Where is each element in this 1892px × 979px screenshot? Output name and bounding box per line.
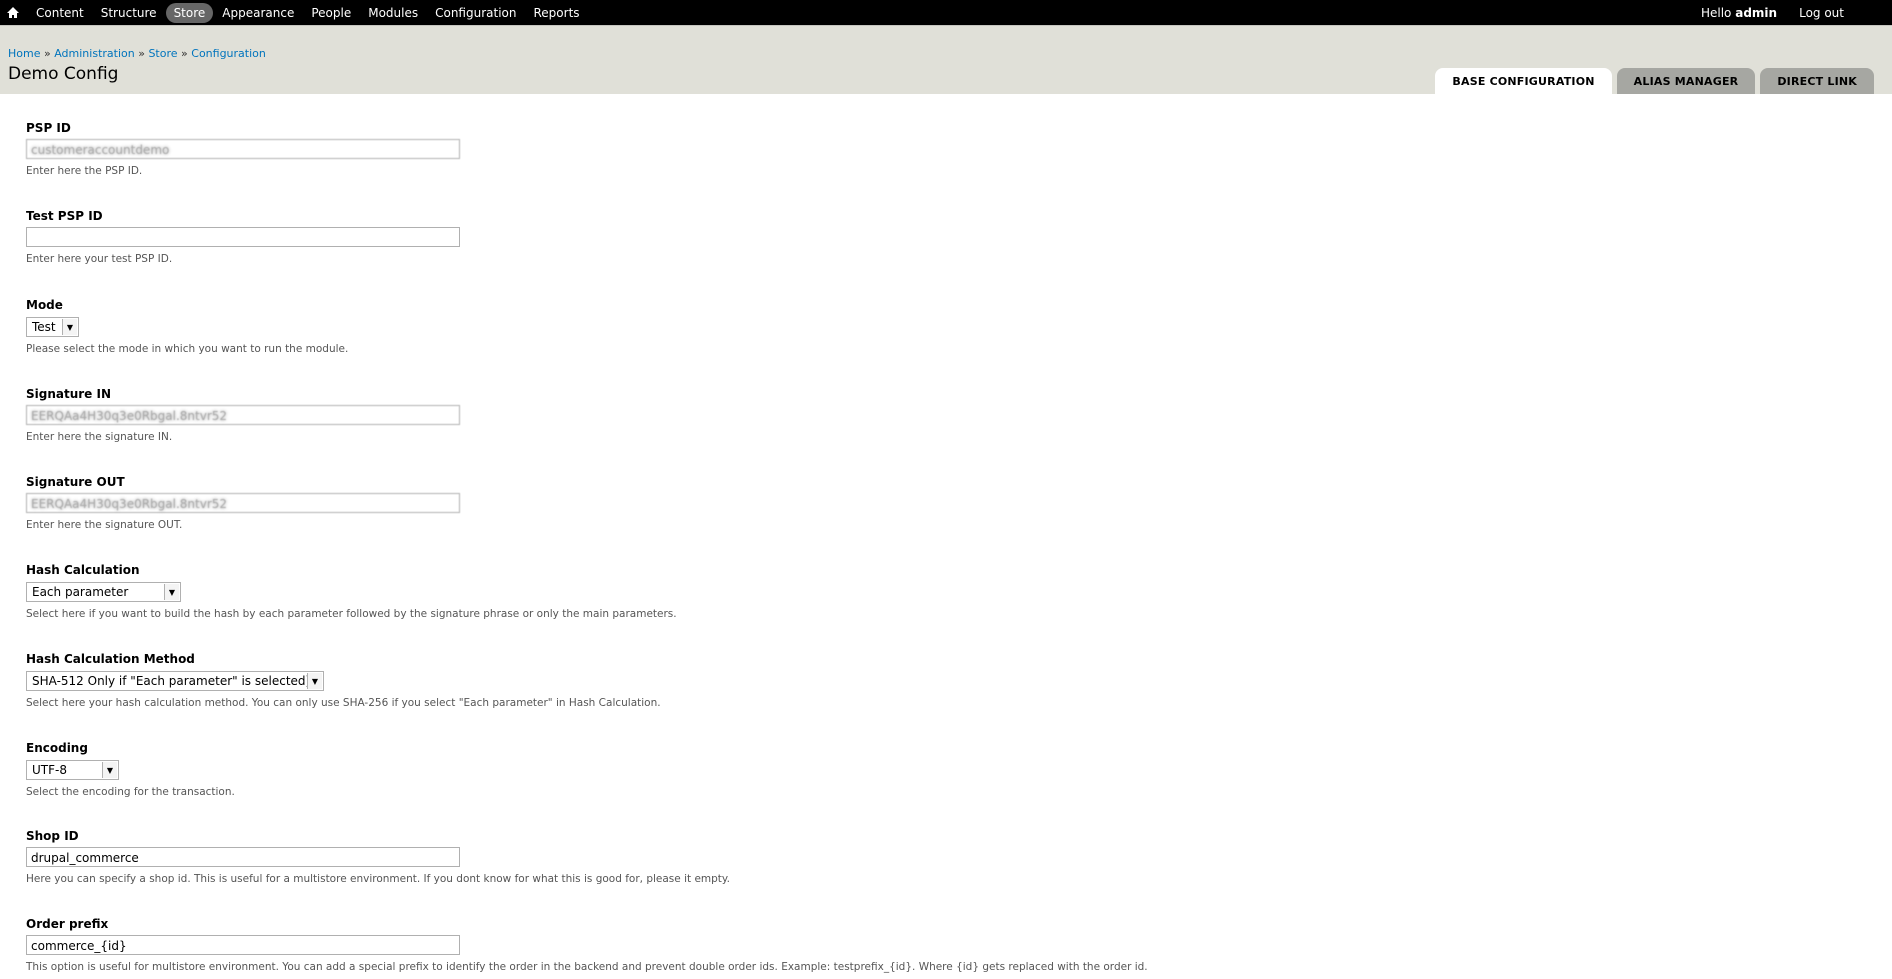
encoding-label: Encoding [26, 741, 88, 755]
hash-calculation-select[interactable]: Each parameter ▼ [26, 582, 181, 602]
page-title: Demo Config [8, 64, 119, 84]
order-prefix-description: This option is useful for multistore env… [26, 961, 1148, 973]
home-icon[interactable] [5, 5, 21, 20]
shop-id-description: Here you can specify a shop id. This is … [26, 873, 730, 885]
hash-method-label: Hash Calculation Method [26, 652, 195, 666]
hash-calculation-selected-value: Each parameter [32, 585, 129, 599]
field-shop-id: Shop ID drupal_commerce Here you can spe… [26, 829, 730, 885]
breadcrumb-home[interactable]: Home [8, 47, 40, 60]
chevron-down-icon: ▼ [62, 319, 77, 335]
signature-out-input[interactable]: EERQAa4H30q3e0Rbgal.8ntvr52 [26, 493, 460, 513]
field-psp-id: PSP ID customeraccountdemo Enter here th… [26, 121, 460, 177]
encoding-select[interactable]: UTF-8 ▼ [26, 760, 119, 780]
breadcrumb-separator: » [181, 47, 188, 60]
hash-calculation-label: Hash Calculation [26, 563, 140, 577]
encoding-description: Select the encoding for the transaction. [26, 786, 235, 798]
mode-selected-value: Test [32, 320, 56, 334]
field-order-prefix: Order prefix commerce_{id} This option i… [26, 917, 1148, 973]
field-hash-calculation: Hash Calculation Each parameter ▼ Select… [26, 563, 677, 620]
order-prefix-label: Order prefix [26, 917, 109, 931]
toolbar-menu: Content Structure Store Appearance Peopl… [28, 0, 589, 25]
signature-in-label: Signature IN [26, 387, 112, 401]
toolbar-item-modules[interactable]: Modules [360, 3, 426, 23]
tab-base-configuration[interactable]: Base Configuration [1435, 68, 1612, 94]
mode-description: Please select the mode in which you want… [26, 343, 349, 355]
breadcrumb-administration[interactable]: Administration [54, 47, 135, 60]
username[interactable]: admin [1735, 6, 1777, 20]
tab-alias-manager[interactable]: Alias Manager [1616, 68, 1756, 94]
signature-out-description: Enter here the signature OUT. [26, 519, 183, 531]
field-signature-in: Signature IN EERQAa4H30q3e0Rbgal.8ntvr52… [26, 387, 460, 443]
toolbar-user: Hello admin Log out [1691, 0, 1844, 25]
tab-direct-link[interactable]: Direct Link [1760, 68, 1874, 94]
hash-method-selected-value: SHA-512 Only if "Each parameter" is sele… [32, 674, 311, 688]
mode-label: Mode [26, 298, 63, 312]
admin-toolbar: Content Structure Store Appearance Peopl… [0, 0, 1892, 25]
hello-text: Hello [1700, 5, 1732, 20]
chevron-down-icon: ▼ [307, 673, 322, 689]
shop-id-input[interactable]: drupal_commerce [26, 847, 460, 867]
breadcrumb-separator: » [138, 47, 145, 60]
toolbar-item-people[interactable]: People [303, 3, 359, 23]
user-greeting: Hello admin [1701, 6, 1777, 20]
mode-select[interactable]: Test ▼ [26, 317, 79, 337]
field-signature-out: Signature OUT EERQAa4H30q3e0Rbgal.8ntvr5… [26, 475, 460, 531]
breadcrumb: Home » Administration » Store » Configur… [8, 47, 266, 60]
toolbar-item-configuration[interactable]: Configuration [427, 3, 524, 23]
psp-id-label: PSP ID [26, 121, 71, 135]
chevron-down-icon: ▼ [164, 584, 179, 600]
config-tabs: Base Configuration Alias Manager Direct … [1435, 68, 1874, 94]
toolbar-item-store[interactable]: Store [165, 2, 214, 23]
toolbar-item-reports[interactable]: Reports [526, 3, 588, 23]
logout-link[interactable]: Log out [1799, 6, 1844, 20]
shop-id-label: Shop ID [26, 829, 79, 843]
breadcrumb-configuration[interactable]: Configuration [191, 47, 266, 60]
encoding-selected-value: UTF-8 [32, 763, 67, 777]
breadcrumb-separator: » [43, 47, 51, 60]
toolbar-item-appearance[interactable]: Appearance [214, 3, 302, 23]
signature-out-label: Signature OUT [26, 475, 125, 489]
order-prefix-input[interactable]: commerce_{id} [26, 935, 460, 955]
toolbar-item-structure[interactable]: Structure [93, 3, 165, 23]
hash-method-select[interactable]: SHA-512 Only if "Each parameter" is sele… [26, 671, 324, 691]
psp-id-input[interactable]: customeraccountdemo [26, 139, 460, 159]
field-encoding: Encoding UTF-8 ▼ Select the encoding for… [26, 741, 235, 798]
test-psp-id-label: Test PSP ID [26, 209, 103, 223]
test-psp-id-input[interactable] [26, 227, 460, 247]
signature-in-input[interactable]: EERQAa4H30q3e0Rbgal.8ntvr52 [26, 405, 460, 425]
page-header: Home » Administration » Store » Configur… [0, 25, 1892, 94]
test-psp-id-description: Enter here your test PSP ID. [26, 253, 173, 265]
hash-calculation-description: Select here if you want to build the has… [26, 608, 677, 620]
psp-id-description: Enter here the PSP ID. [26, 165, 143, 177]
field-test-psp-id: Test PSP ID Enter here your test PSP ID. [26, 209, 460, 265]
signature-in-description: Enter here the signature IN. [26, 431, 173, 443]
breadcrumb-store[interactable]: Store [148, 47, 177, 60]
toolbar-item-content[interactable]: Content [28, 3, 92, 23]
chevron-down-icon: ▼ [102, 762, 117, 778]
hash-method-description: Select here your hash calculation method… [26, 697, 661, 709]
field-mode: Mode Test ▼ Please select the mode in wh… [26, 298, 348, 355]
field-hash-method: Hash Calculation Method SHA-512 Only if … [26, 652, 661, 709]
